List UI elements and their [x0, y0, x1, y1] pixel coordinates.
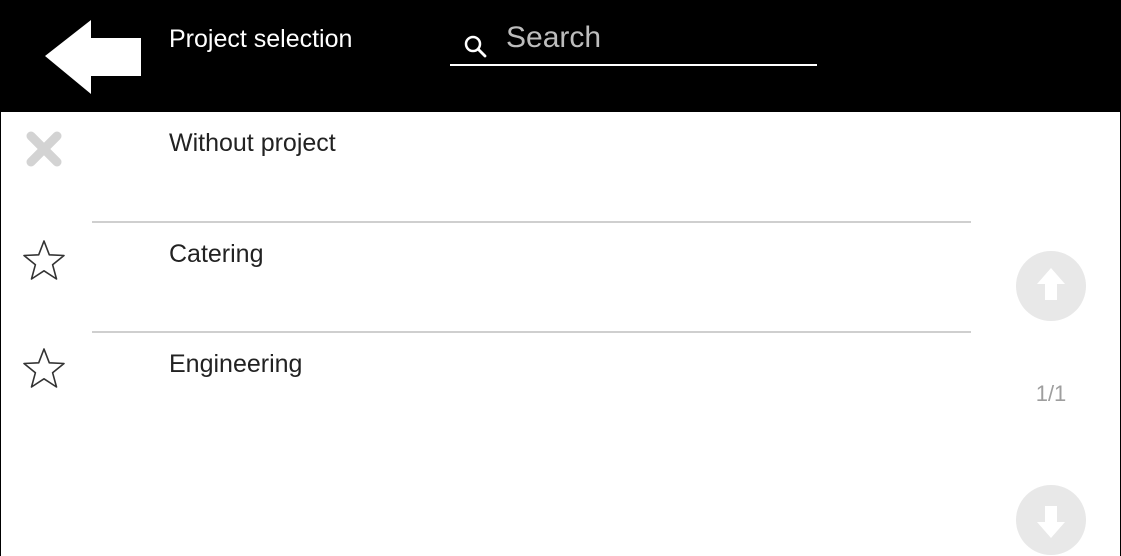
page-down-button[interactable] — [1015, 484, 1087, 556]
page-title: Project selection — [169, 25, 353, 53]
project-row-engineering[interactable]: Engineering — [1, 333, 991, 443]
project-selection-screen: Project selection Without project Cateri… — [0, 0, 1121, 556]
arrow-left-icon — [45, 20, 141, 94]
arrow-up-circle-icon — [1016, 251, 1086, 321]
project-label: Catering — [169, 240, 264, 268]
project-row-catering[interactable]: Catering — [1, 223, 991, 333]
arrow-down-circle-icon — [1016, 485, 1086, 555]
top-bar: Project selection — [1, 0, 1120, 112]
page-up-button[interactable] — [1015, 250, 1087, 322]
back-button[interactable] — [31, 20, 141, 100]
close-icon — [26, 131, 62, 167]
search-icon — [464, 35, 487, 58]
project-row-without-project[interactable]: Without project — [1, 112, 991, 222]
star-outline-icon — [23, 240, 65, 280]
page-indicator: 1/1 — [1035, 381, 1067, 406]
search-box[interactable] — [450, 18, 817, 66]
search-input[interactable] — [506, 18, 806, 58]
project-label: Without project — [169, 129, 336, 157]
project-label: Engineering — [169, 350, 303, 378]
star-outline-icon — [23, 348, 65, 388]
